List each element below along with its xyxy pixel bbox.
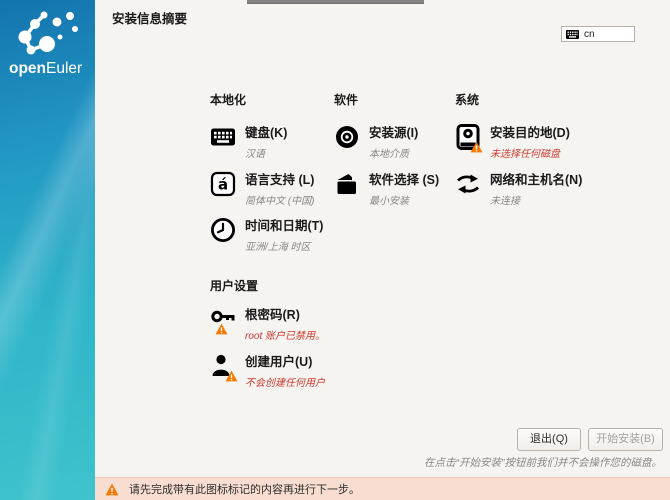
openeuler-logo-icon: [0, 4, 95, 62]
spoke-installation-destination[interactable]: 安装目的地(D) 未选择任何磁盘: [455, 124, 570, 160]
spoke-label: 时间和日期(T): [245, 219, 323, 233]
spoke-language-support[interactable]: á 语言支持 (L) 简体中文 (中国): [210, 171, 314, 207]
warning-bar-message: 请先完成带有此图标标记的内容再进行下一步。: [129, 481, 360, 497]
network-icon: [455, 171, 481, 197]
installer-window: openEuler 安装信息摘要 cn 本地化 软件 系统 用户设置: [0, 0, 670, 500]
warning-triangle-icon: [225, 370, 238, 382]
keyboard-layout-indicator[interactable]: cn: [561, 26, 635, 42]
spoke-software-selection[interactable]: 软件选择 (S) 最小安装: [334, 171, 439, 207]
section-title-user-settings: 用户设置: [210, 277, 258, 294]
spoke-label: 软件选择 (S): [369, 173, 439, 187]
keyboard-icon: [566, 30, 579, 39]
footer-note: 在点击“开始安装”按钮前我们并不会操作您的磁盘。: [424, 455, 662, 470]
keyboard-icon: [210, 124, 236, 150]
page-title: 安装信息摘要: [112, 8, 187, 27]
clock-icon: [210, 217, 236, 243]
spoke-time-date[interactable]: 时间和日期(T) 亚洲/上海 时区: [210, 217, 323, 253]
warning-triangle-icon: [470, 141, 483, 153]
spoke-keyboard[interactable]: 键盘(K) 汉语: [210, 124, 287, 160]
spoke-label: 安装目的地(D): [490, 126, 570, 140]
key-icon: [210, 306, 236, 332]
keyboard-layout-label: cn: [584, 29, 595, 40]
disc-icon: [334, 124, 360, 150]
section-title-localization: 本地化: [210, 91, 246, 108]
brand-open: open: [9, 60, 46, 77]
package-icon: [334, 171, 360, 197]
section-title-system: 系统: [455, 91, 479, 108]
language-icon: á: [210, 171, 236, 197]
spoke-label: 网络和主机名(N): [490, 173, 582, 187]
spoke-root-password[interactable]: 根密码(R) root 账户已禁用。: [210, 306, 325, 342]
harddisk-icon: [455, 124, 481, 150]
svg-text:á: á: [218, 176, 228, 194]
spoke-status: 不会创建任何用户: [245, 374, 325, 389]
spoke-installation-source[interactable]: 安装源(I) 本地介质: [334, 124, 418, 160]
spoke-status: 未选择任何磁盘: [490, 145, 570, 160]
spoke-status: 未连接: [490, 192, 582, 207]
warning-bar: 请先完成带有此图标标记的内容再进行下一步。: [95, 477, 670, 500]
spoke-status: 本地介质: [369, 145, 418, 160]
quit-button[interactable]: 退出(Q): [517, 428, 581, 451]
spoke-label: 键盘(K): [245, 126, 287, 140]
spoke-status: 亚洲/上海 时区: [245, 238, 323, 253]
spoke-label: 语言支持 (L): [245, 173, 314, 187]
warning-triangle-icon: [105, 483, 119, 496]
spoke-status: root 账户已禁用。: [245, 327, 325, 342]
begin-installation-button[interactable]: 开始安装(B): [588, 428, 663, 451]
spoke-label: 创建用户(U): [245, 355, 312, 369]
spoke-status: 最小安装: [369, 192, 439, 207]
brand-logo: openEuler: [9, 60, 82, 78]
spoke-network-hostname[interactable]: 网络和主机名(N) 未连接: [455, 171, 582, 207]
user-icon: [210, 353, 236, 379]
section-title-software: 软件: [334, 91, 358, 108]
spoke-status: 简体中文 (中国): [245, 192, 314, 207]
warning-triangle-icon: [215, 323, 228, 335]
spoke-label: 根密码(R): [245, 308, 300, 322]
sidebar: openEuler: [0, 0, 95, 500]
window-handle-strip: [247, 0, 424, 4]
brand-euler: Euler: [46, 60, 82, 77]
spoke-label: 安装源(I): [369, 126, 418, 140]
spoke-status: 汉语: [245, 145, 287, 160]
spoke-user-creation[interactable]: 创建用户(U) 不会创建任何用户: [210, 353, 325, 389]
